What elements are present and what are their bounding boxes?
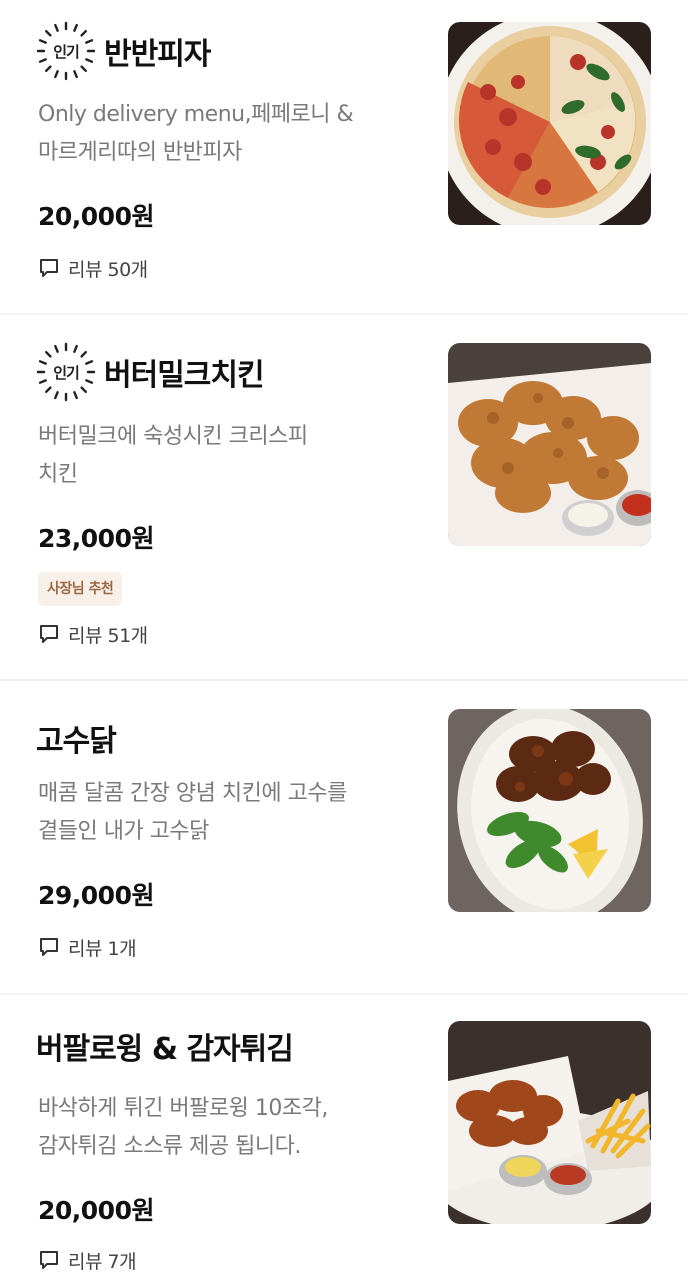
item-description-line: 버터밀크에 숙성시킨 크리스피 xyxy=(38,424,308,449)
fried-chicken-photo xyxy=(448,343,651,546)
item-description: 바삭하게 튀긴 버팔로윙 10조각, 감자튀김 소스류 제공 됩니다. xyxy=(38,1090,398,1166)
item-description: 버터밀크에 숙성시킨 크리스피 치킨 xyxy=(38,418,398,494)
item-description-line: 바삭하게 튀긴 버팔로윙 10조각, xyxy=(38,1096,328,1121)
title-row: 인기 버터밀크치킨 xyxy=(36,342,265,402)
item-description-line: 치킨 xyxy=(38,462,78,487)
review-count-text: 리뷰 51개 xyxy=(68,624,148,647)
item-description-line: 감자튀김 소스류 제공 됩니다. xyxy=(38,1134,301,1159)
speech-bubble-icon xyxy=(40,625,58,643)
menu-item[interactable]: 버팔로윙 & 감자튀김 바삭하게 튀긴 버팔로윙 10조각, 감자튀김 소스류 … xyxy=(0,995,688,1280)
title-row: 버팔로윙 & 감자튀김 xyxy=(36,1016,294,1076)
review-count-text: 리뷰 50개 xyxy=(68,258,148,281)
item-title: 반반피자 xyxy=(104,37,211,72)
item-price: 20,000원 xyxy=(38,1196,154,1225)
review-count: 리뷰 50개 xyxy=(38,254,148,282)
item-description-line: Only delivery menu,페페로니 & xyxy=(38,102,354,127)
item-price: 23,000원 xyxy=(38,524,154,553)
title-row: 고수닭 xyxy=(36,708,117,768)
popular-badge-label: 인기 xyxy=(53,42,80,61)
item-description-line: 매콤 달콤 간장 양념 치킨에 고수를 xyxy=(38,781,347,806)
buffalo-wings-fries-photo xyxy=(448,1021,651,1224)
review-count-text: 리뷰 1개 xyxy=(68,937,137,960)
popular-badge: 인기 xyxy=(36,21,96,81)
review-count-text: 리뷰 7개 xyxy=(68,1250,137,1273)
item-description: 매콤 달콤 간장 양념 치킨에 고수를 곁들인 내가 고수닭 xyxy=(38,775,398,851)
speech-bubble-icon xyxy=(40,1251,58,1269)
speech-bubble-icon xyxy=(40,259,58,277)
review-count: 리뷰 7개 xyxy=(38,1246,137,1274)
item-title: 고수닭 xyxy=(36,724,117,759)
item-price: 29,000원 xyxy=(38,881,154,910)
review-count: 리뷰 1개 xyxy=(38,933,137,961)
item-description: Only delivery menu,페페로니 & 마르게리따의 반반피자 xyxy=(38,96,398,172)
item-description-line: 곁들인 내가 고수닭 xyxy=(38,819,209,844)
item-description-line: 마르게리따의 반반피자 xyxy=(38,140,242,165)
popular-badge-label: 인기 xyxy=(53,363,80,382)
item-title: 버터밀크치킨 xyxy=(104,358,265,393)
popular-badge: 인기 xyxy=(36,342,96,402)
menu-item[interactable]: 인기 버터밀크치킨 버터밀크에 숙성시킨 크리스피 치킨 23,000원 사장님… xyxy=(0,315,688,679)
coriander-chicken-photo xyxy=(448,709,651,912)
owner-recommend-tag: 사장님 추천 xyxy=(38,572,123,606)
menu-list: 인기 반반피자 Only delivery menu,페페로니 & 마르게리따의… xyxy=(0,0,688,1280)
item-title: 버팔로윙 & 감자튀김 xyxy=(36,1032,294,1067)
menu-item[interactable]: 인기 반반피자 Only delivery menu,페페로니 & 마르게리따의… xyxy=(0,0,688,314)
review-count: 리뷰 51개 xyxy=(38,620,148,648)
pizza-photo xyxy=(448,22,651,225)
item-price: 20,000원 xyxy=(38,202,154,231)
menu-item[interactable]: 고수닭 매콤 달콤 간장 양념 치킨에 고수를 곁들인 내가 고수닭 29,00… xyxy=(0,681,688,993)
speech-bubble-icon xyxy=(40,938,58,956)
title-row: 인기 반반피자 xyxy=(36,21,211,81)
